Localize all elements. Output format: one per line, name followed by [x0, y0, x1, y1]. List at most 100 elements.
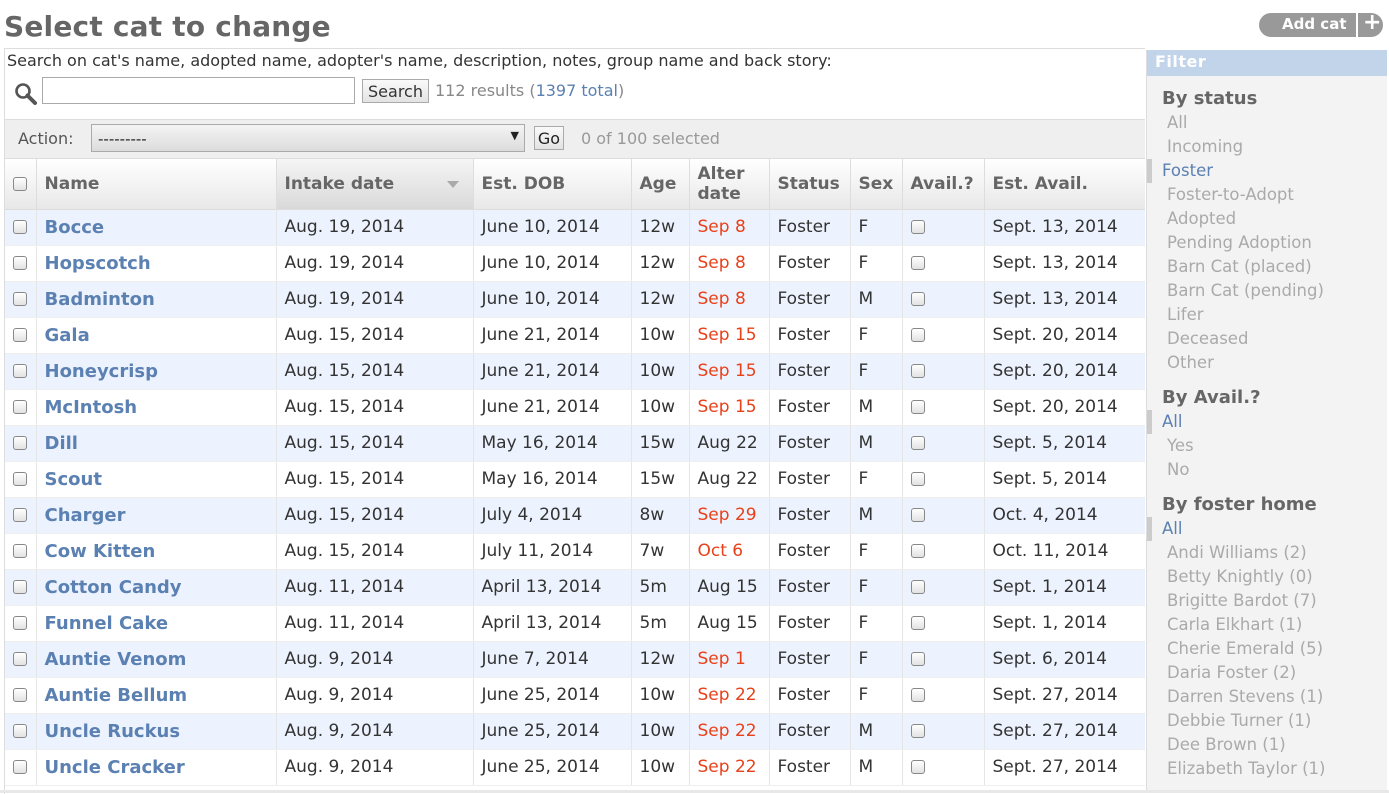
- search-button[interactable]: Search: [362, 79, 429, 103]
- row-select-checkbox[interactable]: [13, 688, 28, 702]
- select-all-checkbox[interactable]: [13, 176, 28, 191]
- filter-option[interactable]: Daria Foster (2): [1147, 661, 1387, 685]
- filter-option[interactable]: All: [1147, 410, 1387, 434]
- status-cell: Foster: [769, 461, 851, 498]
- row-select-checkbox[interactable]: [13, 472, 28, 486]
- row-select-checkbox[interactable]: [13, 220, 28, 234]
- cat-name-link[interactable]: Hopscotch: [45, 253, 151, 274]
- avail-checkbox[interactable]: [910, 760, 925, 774]
- filter-option[interactable]: Barn Cat (placed): [1147, 255, 1387, 279]
- row-select-checkbox[interactable]: [13, 724, 28, 738]
- avail-checkbox[interactable]: [910, 364, 925, 378]
- table-row: Bocce Aug. 19, 2014 June 10, 2014 12w Sep 8F…: [5, 209, 1145, 246]
- row-select-checkbox[interactable]: [13, 328, 28, 342]
- filter-option[interactable]: Yes: [1147, 434, 1387, 458]
- avail-checkbox[interactable]: [910, 328, 925, 342]
- row-select-checkbox[interactable]: [13, 508, 28, 522]
- row-select-checkbox[interactable]: [13, 544, 28, 558]
- filter-option[interactable]: Cherie Emerald (5): [1147, 637, 1387, 661]
- avail-checkbox[interactable]: [910, 292, 925, 306]
- column-header-name[interactable]: Name: [36, 159, 277, 210]
- column-header-age[interactable]: Age: [631, 159, 690, 210]
- action-select[interactable]: --------- ▼: [91, 124, 525, 152]
- cat-name-link[interactable]: Charger: [45, 505, 126, 526]
- avail-checkbox[interactable]: [910, 220, 925, 234]
- total-results-link[interactable]: 1397 total: [536, 81, 618, 100]
- filter-option[interactable]: Barn Cat (pending): [1147, 279, 1387, 303]
- filter-option[interactable]: Darren Stevens (1): [1147, 685, 1387, 709]
- cat-name-link[interactable]: Uncle Ruckus: [45, 721, 181, 742]
- column-header-sex[interactable]: Sex: [850, 159, 903, 210]
- avail-checkbox[interactable]: [910, 616, 925, 630]
- add-cat-button[interactable]: Add cat +: [1259, 10, 1383, 37]
- column-header-est-dob[interactable]: Est. DOB: [473, 159, 632, 210]
- filter-option[interactable]: Foster-to-Adopt: [1147, 183, 1387, 207]
- est-dob-cell: June 25, 2014: [473, 749, 632, 786]
- alter-date-cell: Aug 15: [689, 605, 770, 642]
- column-header-avail[interactable]: Avail.?: [902, 159, 985, 210]
- cat-name-link[interactable]: Auntie Venom: [45, 649, 187, 670]
- filter-option[interactable]: Adopted: [1147, 207, 1387, 231]
- avail-checkbox[interactable]: [910, 436, 925, 450]
- column-header-est-avail[interactable]: Est. Avail.: [984, 159, 1145, 210]
- avail-checkbox[interactable]: [910, 688, 925, 702]
- cat-name-link[interactable]: Cotton Candy: [45, 577, 182, 598]
- alter-date-cell: Sep 8: [689, 245, 770, 282]
- filter-option[interactable]: Carla Elkhart (1): [1147, 613, 1387, 637]
- avail-checkbox[interactable]: [910, 256, 925, 270]
- cat-name-link[interactable]: Funnel Cake: [45, 613, 169, 634]
- filter-option[interactable]: Betty Knightly (0): [1147, 565, 1387, 589]
- row-select-checkbox[interactable]: [13, 364, 28, 378]
- row-select-checkbox[interactable]: [13, 760, 28, 774]
- go-button[interactable]: Go: [534, 126, 564, 150]
- filter-option[interactable]: Foster: [1147, 159, 1387, 183]
- cat-name-link[interactable]: Cow Kitten: [45, 541, 156, 562]
- filter-option[interactable]: Debbie Turner (1): [1147, 709, 1387, 733]
- avail-checkbox[interactable]: [910, 724, 925, 738]
- est-avail-cell: Sept. 5, 2014: [984, 461, 1145, 498]
- filter-option[interactable]: Elizabeth Taylor (1): [1147, 757, 1387, 781]
- row-select-checkbox[interactable]: [13, 292, 28, 306]
- cat-name-link[interactable]: Uncle Cracker: [45, 757, 185, 778]
- cat-name-link[interactable]: Honeycrisp: [45, 361, 159, 382]
- filter-option[interactable]: All: [1147, 517, 1387, 541]
- filter-option[interactable]: Brigitte Bardot (7): [1147, 589, 1387, 613]
- avail-checkbox[interactable]: [910, 508, 925, 522]
- column-header-alter-date[interactable]: Alter date: [689, 159, 770, 210]
- filter-option[interactable]: Andi Williams (2): [1147, 541, 1387, 565]
- filter-option[interactable]: Lifer: [1147, 303, 1387, 327]
- filter-option[interactable]: Other: [1147, 351, 1387, 375]
- sex-cell: M: [850, 497, 903, 534]
- cat-name-link[interactable]: Gala: [45, 325, 90, 346]
- column-header-intake-date[interactable]: Intake date: [276, 159, 474, 210]
- column-header-status[interactable]: Status: [769, 159, 851, 210]
- filter-option[interactable]: No: [1147, 458, 1387, 482]
- avail-checkbox[interactable]: [910, 580, 925, 594]
- row-select-checkbox[interactable]: [13, 400, 28, 414]
- avail-checkbox[interactable]: [910, 400, 925, 414]
- filter-option[interactable]: Dee Brown (1): [1147, 733, 1387, 757]
- search-input[interactable]: [42, 77, 355, 104]
- avail-checkbox[interactable]: [910, 472, 925, 486]
- avail-checkbox[interactable]: [910, 544, 925, 558]
- filter-option[interactable]: All: [1147, 111, 1387, 135]
- avail-cell: [902, 713, 985, 750]
- cat-name-link[interactable]: Bocce: [45, 217, 105, 238]
- cat-name-link[interactable]: Badminton: [45, 289, 155, 310]
- row-select-checkbox[interactable]: [13, 652, 28, 666]
- filter-option[interactable]: Pending Adoption: [1147, 231, 1387, 255]
- cat-name-link[interactable]: Dill: [45, 433, 78, 454]
- filter-option[interactable]: Incoming: [1147, 135, 1387, 159]
- filter-option[interactable]: Deceased: [1147, 327, 1387, 351]
- row-select-cell: [5, 209, 37, 246]
- row-select-checkbox[interactable]: [13, 580, 28, 594]
- cat-name-link[interactable]: McIntosh: [45, 397, 138, 418]
- row-select-checkbox[interactable]: [13, 256, 28, 270]
- avail-checkbox[interactable]: [910, 652, 925, 666]
- row-select-checkbox[interactable]: [13, 436, 28, 450]
- alter-header-line2: date: [697, 183, 741, 204]
- cat-name-link[interactable]: Scout: [45, 469, 102, 490]
- row-select-checkbox[interactable]: [13, 616, 28, 630]
- status-cell: Foster: [769, 533, 851, 570]
- cat-name-link[interactable]: Auntie Bellum: [45, 685, 188, 706]
